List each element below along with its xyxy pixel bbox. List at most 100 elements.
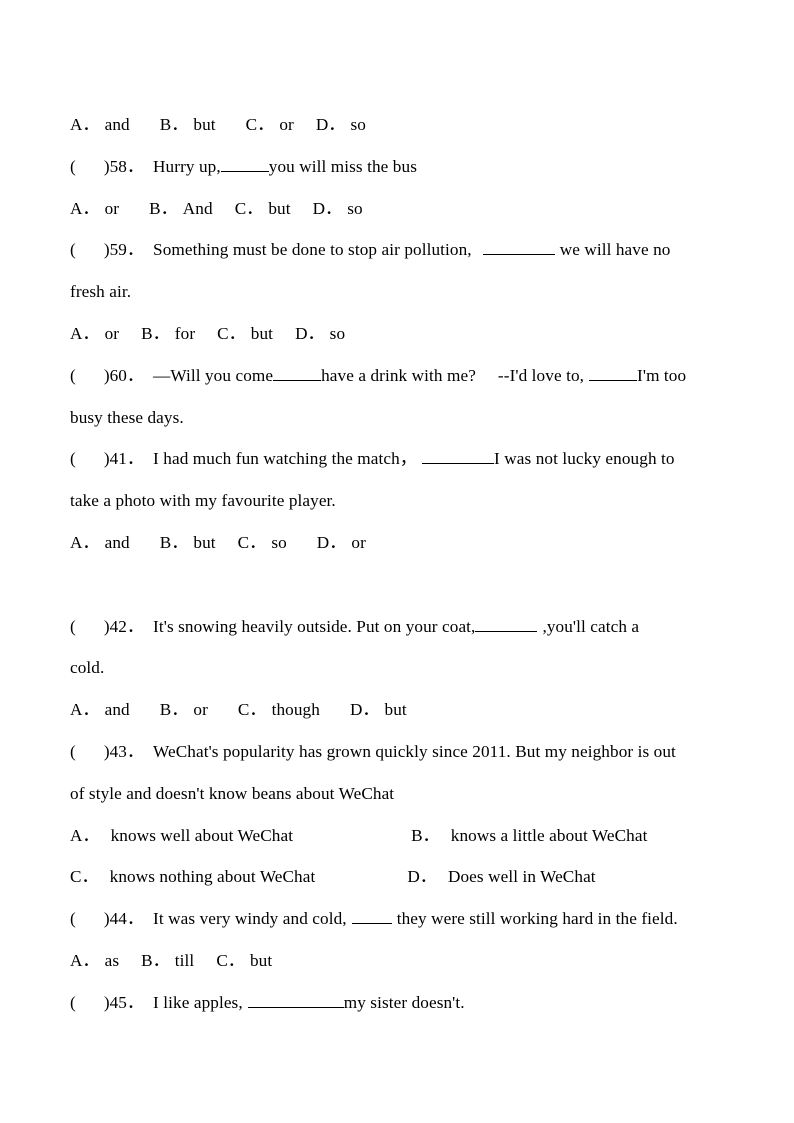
option-b-text: but <box>193 115 216 134</box>
options-row-41: A． and B． but C． so D． or <box>70 522 726 564</box>
answer-paren-open: ( <box>70 156 76 176</box>
worksheet-page: A． and B． but C． or D． so ()58． Hurry up, you wil… <box>0 0 794 1123</box>
question-text-after: they were still working hard in the fiel… <box>396 909 678 929</box>
option-c-text: but <box>249 950 273 970</box>
question-45: ()45． I like apples, my sister doesn't. <box>70 982 726 1024</box>
question-text-after: we will have no <box>559 240 671 260</box>
answer-paren-open: ( <box>70 365 76 385</box>
question-text-before: —Will you come <box>153 365 274 385</box>
option-d-text: so <box>350 115 366 134</box>
worksheet-content: A． and B． but C． or D． so ()58． Hurry up, you wil… <box>70 104 726 1024</box>
question-number: 42． <box>109 616 145 636</box>
option-c-text: though <box>271 700 320 720</box>
option-b-text: And <box>182 198 213 218</box>
option-d-label: D． <box>349 700 380 720</box>
option-c-text: but <box>250 323 274 343</box>
option-d-label: D． <box>315 115 346 134</box>
option-a-text: or <box>104 198 120 218</box>
option-c-label: C． <box>70 867 99 887</box>
question-number: 60． <box>109 365 145 385</box>
fill-in-blank[interactable] <box>422 448 495 465</box>
question-43: ()43． WeChat's popularity has grown quick… <box>70 731 726 773</box>
option-a-label: A． <box>70 323 100 343</box>
option-b-label: B． <box>159 700 189 720</box>
options-row-59: A． or B． for C． but D． so <box>70 313 726 355</box>
option-b-text: but <box>193 532 216 552</box>
option-c-text: but <box>268 198 291 218</box>
question-text: WeChat's popularity has grown quickly si… <box>153 741 676 761</box>
fill-in-blank[interactable] <box>220 155 269 172</box>
option-a-label: A． <box>70 115 100 134</box>
option-d-label: D． <box>312 198 343 218</box>
option-d-text: so <box>329 323 346 343</box>
option-a-text: knows well about WeChat <box>110 825 294 845</box>
option-a-label: A． <box>70 950 100 970</box>
fill-in-blank[interactable] <box>589 364 638 381</box>
answer-paren-open: ( <box>70 449 76 469</box>
question-60-continuation: busy these days. <box>70 397 726 439</box>
question-60: ()60． —Will you come have a drink with me?… <box>70 355 726 397</box>
option-a-text: and <box>104 700 130 720</box>
question-41: ()41． I had much fun watching the match， I… <box>70 438 726 480</box>
fill-in-blank[interactable] <box>273 364 322 381</box>
question-number: 58． <box>109 156 145 176</box>
option-d-text: Does well in WeChat <box>447 867 596 887</box>
option-c-label: C． <box>234 198 264 218</box>
option-d-text: or <box>351 532 366 552</box>
option-d-label: D． <box>316 532 347 552</box>
question-continuation-text: take a photo with my favourite player. <box>70 491 336 511</box>
option-a-text: and <box>104 532 130 552</box>
answer-paren-open: ( <box>70 741 76 761</box>
question-text-mid2: --I'd love to, <box>497 365 585 385</box>
options-row-43-ab: A． knows well about WeChat B． knows a littl… <box>70 815 726 857</box>
question-text-after: you will miss the bus <box>268 156 417 176</box>
question-58: ()58． Hurry up, you will miss the bus <box>70 146 726 188</box>
option-b-label: B． <box>141 323 170 343</box>
question-text-after: ,you'll catch a <box>542 616 640 636</box>
question-59-continuation: fresh air. <box>70 271 726 313</box>
option-a-text: or <box>104 323 120 343</box>
option-d-label: D． <box>295 323 325 343</box>
question-text-mid: have a drink with me? <box>321 365 476 385</box>
option-b-text: till <box>174 950 195 970</box>
question-number: 43． <box>109 741 145 761</box>
blank-line-spacer <box>70 564 726 606</box>
question-text-before: It was very windy and cold, <box>153 909 347 929</box>
fill-in-blank[interactable] <box>351 907 392 925</box>
question-continuation-text: cold. <box>70 658 105 678</box>
options-row-42: A． and B． or C． though D． but <box>70 689 726 731</box>
question-text-before: It's snowing heavily outside. Put on you… <box>153 616 476 636</box>
option-b-text: for <box>174 323 196 343</box>
question-text-before: I like apples, <box>153 992 243 1012</box>
question-continuation-text: of style and doesn't know beans about We… <box>70 783 395 803</box>
fill-in-blank[interactable] <box>482 239 555 256</box>
question-text-after: I was not lucky enough to <box>494 449 675 469</box>
option-c-label: C． <box>216 950 245 970</box>
option-b-text: knows a little about WeChat <box>450 825 648 845</box>
option-c-text: knows nothing about WeChat <box>109 867 316 887</box>
option-a-text: and <box>104 115 130 134</box>
option-c-text: so <box>271 532 287 552</box>
question-59: ()59． Something must be done to stop air … <box>70 229 726 271</box>
option-b-text: or <box>193 700 208 720</box>
question-number: 45． <box>109 992 145 1012</box>
answer-paren-open: ( <box>70 992 76 1012</box>
question-number: 59． <box>109 240 145 260</box>
option-c-label: C． <box>245 115 275 134</box>
question-text-after: my sister doesn't. <box>343 992 465 1012</box>
fill-in-blank[interactable] <box>247 991 344 1008</box>
question-continuation-text: busy these days. <box>70 407 184 427</box>
question-44: ()44． It was very windy and cold, they wer… <box>70 898 726 940</box>
option-c-label: C． <box>217 323 246 343</box>
question-text-before: Something must be done to stop air pollu… <box>153 240 472 260</box>
option-b-label: B． <box>149 198 178 218</box>
answer-paren-open: ( <box>70 616 76 636</box>
fill-in-blank[interactable] <box>475 615 538 632</box>
option-c-label: C． <box>237 532 267 552</box>
question-number: 41． <box>109 449 145 469</box>
question-43-continuation: of style and doesn't know beans about We… <box>70 773 726 815</box>
question-text-before: I had much fun watching the match， <box>153 449 418 469</box>
option-c-text: or <box>279 115 294 134</box>
options-row-44: A． as B． till C． but <box>70 940 726 982</box>
options-row-43-cd: C． knows nothing about WeChat D． Does well … <box>70 856 726 898</box>
